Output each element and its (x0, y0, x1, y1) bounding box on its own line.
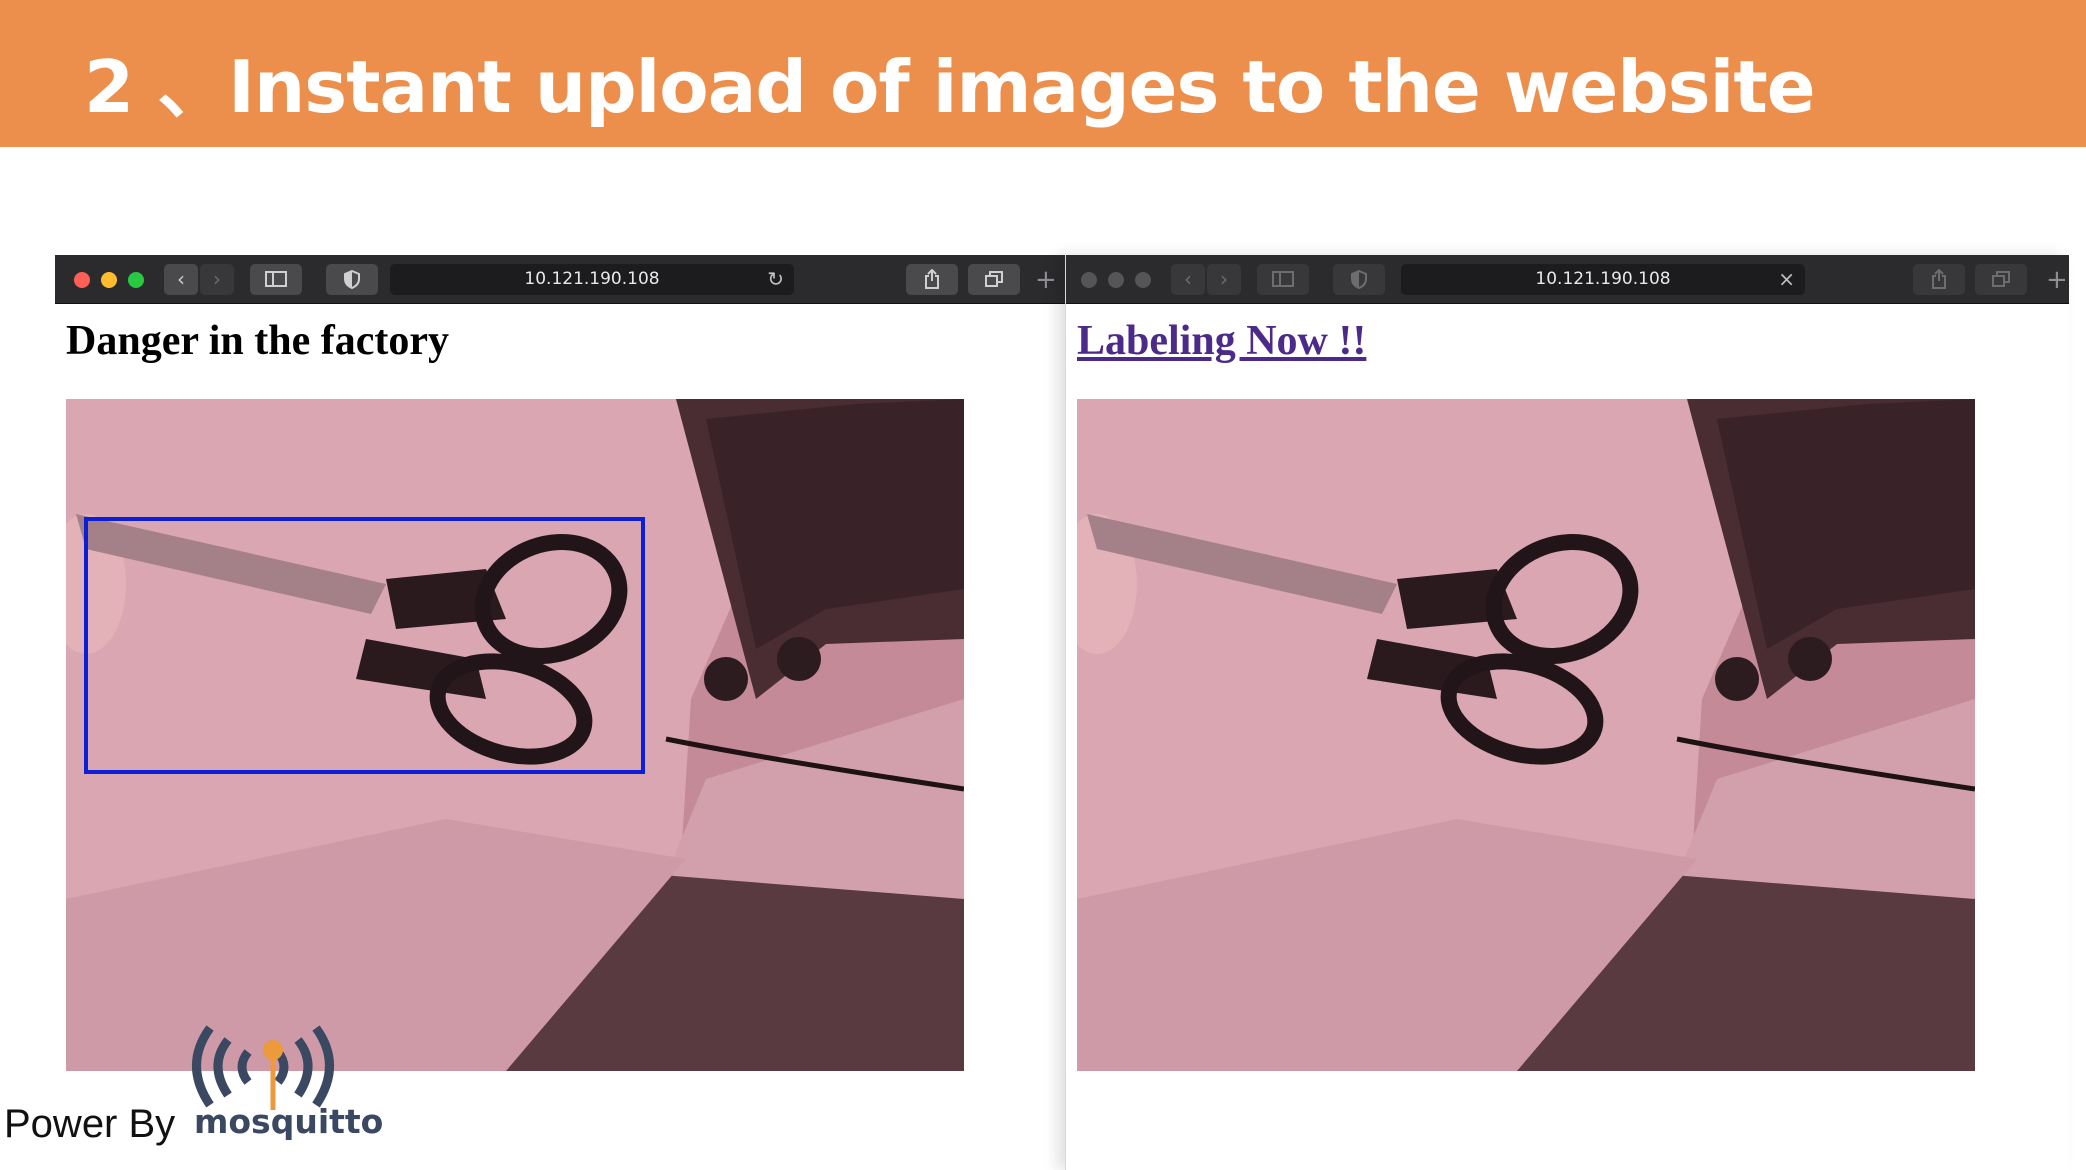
minimize-window-button[interactable] (1108, 272, 1124, 288)
factory-camera-image (1077, 399, 1975, 1071)
danger-detection-box (84, 517, 645, 774)
minimize-window-button[interactable] (101, 272, 117, 288)
address-bar[interactable]: 10.121.190.108 ↻ (390, 264, 794, 295)
sidebar-icon (265, 271, 287, 287)
labeling-link[interactable]: Labeling Now !! (1077, 317, 1366, 365)
factory-camera-image (66, 399, 964, 1071)
zoom-window-button[interactable] (1135, 272, 1151, 288)
address-text: 10.121.190.108 (1535, 269, 1671, 289)
plus-icon: + (1035, 265, 1057, 295)
sidebar-icon (1272, 271, 1294, 287)
address-bar[interactable]: 10.121.190.108 × (1401, 264, 1805, 295)
forward-button[interactable]: › (200, 264, 234, 295)
back-button[interactable]: ‹ (1171, 264, 1205, 295)
browser-toolbar: ‹ › 10.121.190.108 × + (1066, 255, 2069, 304)
sidebar-button[interactable] (250, 264, 302, 295)
share-icon (925, 268, 939, 289)
tabs-overview-button[interactable] (1975, 264, 2027, 295)
close-icon[interactable]: × (1778, 264, 1795, 295)
page-heading: Danger in the factory (66, 318, 449, 364)
browser-window-right: ‹ › 10.121.190.108 × + Labeling Now !! (1065, 255, 2069, 1170)
reload-icon[interactable]: ↻ (767, 264, 784, 295)
forward-button[interactable]: › (1207, 264, 1241, 295)
close-window-button[interactable] (1081, 272, 1097, 288)
privacy-button[interactable] (326, 264, 378, 295)
new-tab-button[interactable]: + (1035, 265, 1057, 296)
shield-icon (344, 269, 360, 290)
chevron-left-icon: ‹ (177, 267, 185, 291)
mosquitto-logo-text: mosquitto (194, 1102, 384, 1141)
share-button[interactable] (1913, 264, 1965, 295)
plus-icon: + (2046, 265, 2068, 295)
browser-toolbar: ‹ › 10.121.190.108 ↻ + (55, 255, 1065, 304)
tabs-icon (1992, 271, 2010, 287)
new-tab-button[interactable]: + (2046, 265, 2068, 296)
chevron-left-icon: ‹ (1184, 267, 1192, 291)
mosquitto-logo-icon (192, 1025, 334, 1110)
address-text: 10.121.190.108 (524, 269, 660, 289)
share-icon (1932, 268, 1946, 289)
power-by-label: Power By (4, 1102, 176, 1146)
privacy-button[interactable] (1333, 264, 1385, 295)
chevron-right-icon: › (1220, 267, 1228, 291)
share-button[interactable] (906, 264, 958, 295)
zoom-window-button[interactable] (128, 272, 144, 288)
tabs-icon (985, 271, 1003, 287)
sidebar-button[interactable] (1257, 264, 1309, 295)
tabs-overview-button[interactable] (968, 264, 1020, 295)
title-banner: 2 、Instant upload of images to the websi… (0, 0, 2086, 147)
slide-title: 2 、Instant upload of images to the websi… (84, 45, 1816, 129)
back-button[interactable]: ‹ (164, 264, 198, 295)
chevron-right-icon: › (213, 267, 221, 291)
shield-icon (1351, 269, 1367, 290)
close-window-button[interactable] (74, 272, 90, 288)
